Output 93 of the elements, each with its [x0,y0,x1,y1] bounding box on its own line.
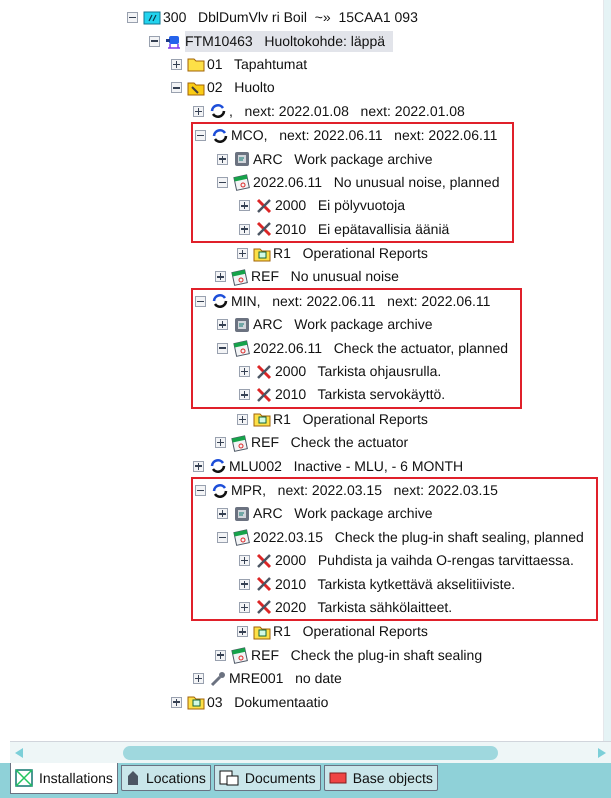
calendar-icon [233,339,251,358]
tree-node-label[interactable]: 2022.03.15 Check the plug-in shaft sealing, planned [253,526,592,548]
tree-node-label[interactable]: 03 Dokumentaatio [207,692,336,713]
collapse-toggle[interactable] [127,12,138,24]
tree-node-label[interactable]: FTM10463 Huoltokohde: läppä [185,30,394,52]
tree-node-label[interactable]: REF Check the actuator [251,432,416,454]
expand-toggle[interactable] [193,673,204,684]
base-object-icon [328,772,347,784]
tree-node-label[interactable]: REF Check the plug-in shaft sealing [251,644,490,666]
tools-icon [255,220,273,238]
expand-toggle[interactable] [217,154,228,165]
expand-toggle[interactable] [171,58,182,70]
documents-icon [218,770,239,786]
expand-toggle[interactable] [239,200,250,212]
tree-node-label[interactable]: 02 Huolto [207,77,283,98]
crossed-box-icon [15,769,33,787]
calendar-icon [233,173,251,192]
expand-toggle[interactable] [239,555,250,566]
tree-node-label[interactable]: MCO, next: 2022.06.11 next: 2022.06.11 [231,125,506,146]
tree-node-label[interactable]: 300 DblDumVlv ri Boil ~» 15CAA1 093 [163,7,426,28]
tree-node-label[interactable]: R1 Operational Reports [273,408,436,430]
calendar-icon [233,528,251,546]
tree-node-label[interactable]: 2022.06.11 No unusual noise, planned [253,172,508,193]
tree-node-label[interactable]: 2000 Puhdista ja vaihda O-rengas tarvittaessa. [275,550,582,572]
expand-toggle[interactable] [215,271,226,282]
tree-node-label[interactable]: 2000 Tarkista ohjausrulla. [275,361,450,382]
cycle-icon [209,457,227,476]
expand-toggle[interactable] [217,319,228,330]
tab[interactable]: Locations [120,765,211,791]
tree-node-label[interactable]: 2020 Tarkista sähkölaitteet. [275,596,460,618]
expand-toggle[interactable] [239,578,250,590]
tab[interactable]: Installations [10,763,118,794]
expand-toggle[interactable] [193,460,204,472]
collapse-toggle[interactable] [217,532,228,543]
monitor-icon [143,8,161,27]
expand-toggle[interactable] [239,224,250,235]
archive-icon [233,150,251,168]
expand-toggle[interactable] [217,508,228,520]
tree-node-label[interactable]: ARC Work package archive [253,148,440,170]
expand-toggle[interactable] [237,626,248,638]
calendar-icon [231,646,249,664]
tree-node-label[interactable]: 2000 Ei pölyvuotoja [275,195,413,216]
tree-node-label[interactable]: R1 Operational Reports [273,621,436,642]
collapse-toggle[interactable] [217,176,228,188]
tab[interactable]: Documents [214,765,321,791]
tree-node-label[interactable]: MLU002 Inactive - MLU, - 6 MONTH [229,456,472,477]
cycle-icon [211,482,229,500]
tree-node-label[interactable]: MPR, next: 2022.03.15 next: 2022.03.15 [231,480,506,501]
tree-node-label[interactable]: REF No unusual noise [251,266,407,288]
tools-icon [255,196,273,215]
wrench-icon [209,670,227,688]
tree-node-label[interactable]: 2010 Tarkista kytkettävä akselitiiviste. [275,574,524,595]
scrollbar-thumb[interactable] [123,746,498,760]
expand-toggle[interactable] [239,602,250,613]
tree-node-label[interactable]: MRE001 no date [229,668,350,690]
tab[interactable]: Base objects [324,765,438,791]
tree-node-label[interactable]: 2022.06.11 Check the actuator, planned [253,338,516,359]
collapse-toggle[interactable] [217,342,228,354]
cycle-icon [209,102,227,120]
collapse-toggle[interactable] [195,296,206,307]
expand-toggle[interactable] [239,389,250,400]
cycle-icon [211,292,229,310]
collapse-toggle[interactable] [195,130,206,142]
tree-node-label[interactable]: 2010 Tarkista servokäyttö. [275,384,454,406]
horizontal-scrollbar[interactable] [10,741,611,763]
expand-toggle[interactable] [237,248,248,260]
collapse-toggle[interactable] [149,36,160,47]
tree-node-label[interactable]: ARC Work package archive [253,314,440,336]
calendar-icon [231,268,249,286]
tree-node-label[interactable]: MIN, next: 2022.06.11 next: 2022.06.11 [231,290,498,312]
expand-toggle[interactable] [239,366,250,378]
archive-icon [233,504,251,523]
tools-icon [255,552,273,570]
tools-icon [255,598,273,616]
tree-node-label[interactable]: ARC Work package archive [253,503,440,524]
cycle-icon [211,126,229,145]
house-icon [126,770,140,786]
tree-node-label[interactable]: , next: 2022.01.08 next: 2022.01.08 [229,100,473,122]
tools-icon [255,362,273,381]
expand-toggle[interactable] [171,696,182,708]
expand-toggle[interactable] [193,106,204,117]
collapse-toggle[interactable] [195,485,206,496]
tools-icon [255,386,273,404]
tree-node-label[interactable]: 01 Tapahtumat [207,54,316,75]
expand-toggle[interactable] [215,650,226,661]
tools-icon [255,575,273,594]
collapse-toggle[interactable] [171,82,182,94]
expand-toggle[interactable] [237,414,248,425]
archive-icon [233,316,251,334]
calendar-icon [231,434,249,452]
tree-node-label[interactable]: 2010 Ei epätavallisia ääniä [275,218,458,240]
expand-toggle[interactable] [215,437,226,448]
tree-node-label[interactable]: R1 Operational Reports [273,243,436,264]
